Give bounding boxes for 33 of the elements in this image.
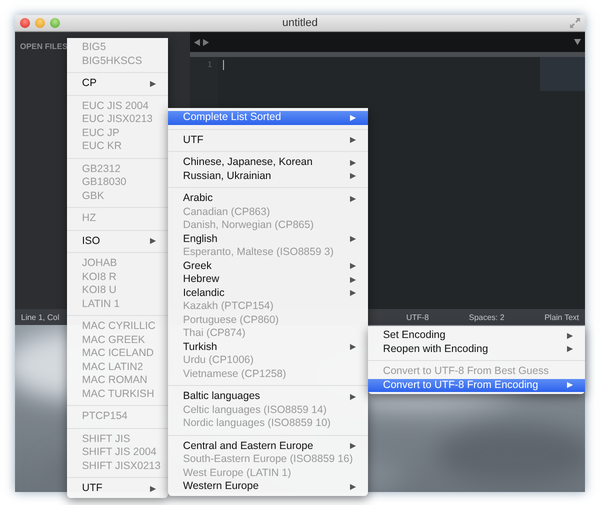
menu-item[interactable]: ISO	[67, 234, 168, 248]
menu-item[interactable]: CP	[67, 77, 168, 90]
indentation-label[interactable]: Spaces: 2	[468, 312, 504, 322]
syntax-label[interactable]: Plain Text	[544, 312, 579, 322]
text-cursor	[223, 60, 224, 70]
menu-item[interactable]: UTF	[168, 134, 368, 147]
scroll-left-icon[interactable]	[194, 38, 200, 46]
menu-item[interactable]: Reopen with Encoding	[368, 342, 585, 356]
menu-item[interactable]: Icelandic	[168, 286, 368, 300]
cursor-position: Line 1, Col	[21, 312, 60, 322]
menu-item[interactable]: Convert to UTF-8 From Encoding	[368, 378, 585, 392]
sidebar-header: OPEN FILES	[20, 42, 68, 51]
menu-item[interactable]: Baltic languages	[168, 390, 368, 404]
close-icon[interactable]	[20, 18, 30, 28]
menu-item[interactable]: Western Europe	[168, 480, 368, 494]
menu-item[interactable]: UTF	[67, 482, 168, 496]
menu-item[interactable]: Complete List Sorted	[168, 111, 368, 124]
fullscreen-icon[interactable]	[570, 18, 580, 28]
scroll-right-icon[interactable]	[203, 38, 209, 46]
line-number: 1	[208, 60, 212, 69]
menu-item[interactable]: Hebrew	[168, 273, 368, 286]
zoom-icon[interactable]	[50, 18, 60, 28]
encoding-label[interactable]: UTF-8	[406, 312, 429, 322]
menu-item[interactable]: Arabic	[168, 192, 368, 206]
menu-item[interactable]: Russian, Ukrainian	[168, 170, 368, 183]
window-title: untitled	[282, 17, 318, 29]
menu-item[interactable]: Set Encoding	[368, 329, 585, 342]
menu-item[interactable]: Central and Eastern Europe	[168, 440, 368, 453]
dropdown-icon[interactable]	[574, 39, 581, 45]
menu-item[interactable]: English	[168, 232, 368, 246]
menu-item[interactable]: Greek	[168, 260, 368, 273]
menu-item[interactable]: Turkish	[168, 340, 368, 354]
menu-item[interactable]: Chinese, Japanese, Korean	[168, 156, 368, 170]
